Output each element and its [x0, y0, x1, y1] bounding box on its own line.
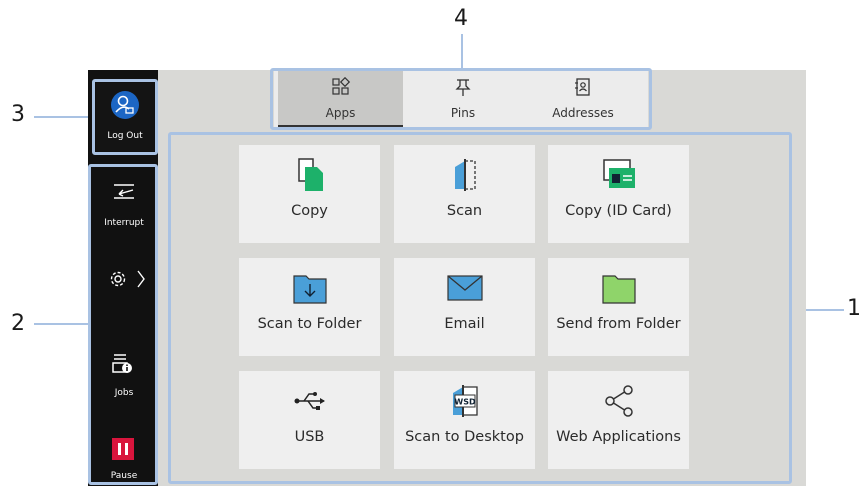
callout-4: 4: [454, 6, 468, 31]
callout-2-line: [34, 323, 90, 325]
highlight-frame-3: [92, 79, 158, 155]
highlight-frame-1: [168, 132, 792, 484]
callout-3-line: [34, 116, 94, 118]
callout-2: 2: [11, 311, 25, 336]
callout-3: 3: [11, 102, 25, 127]
highlight-frame-4: [270, 68, 652, 130]
callout-1: 1: [847, 296, 861, 321]
callout-4-line: [461, 34, 463, 70]
highlight-frame-2: [88, 164, 158, 485]
